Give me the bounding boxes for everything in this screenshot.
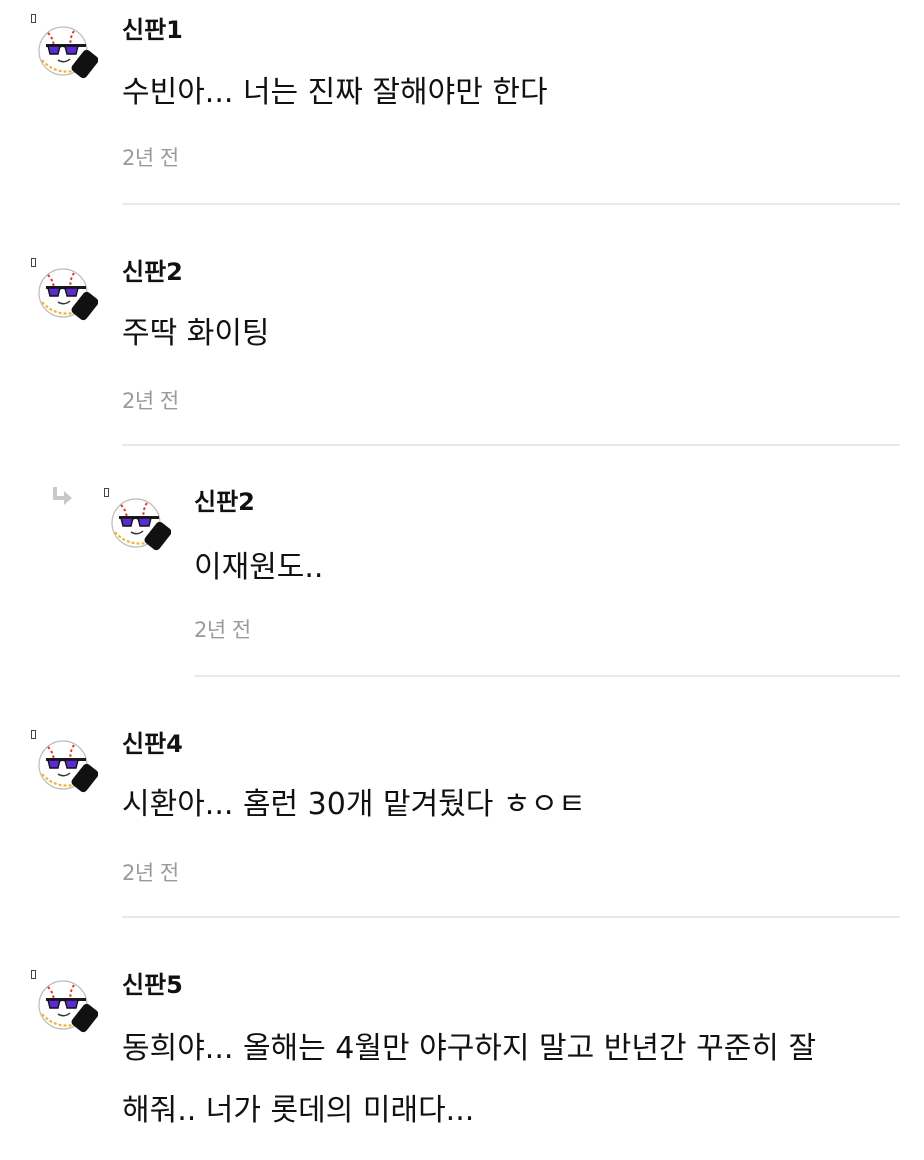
avatar[interactable] [34,978,98,1034]
avatar[interactable] [34,24,98,80]
comment-divider [122,444,900,446]
comment-body-line: 해줘.. 너가 롯데의 미래다... [122,1093,475,1128]
comment-username[interactable]: 신판2 [194,487,255,517]
comment-body-line: 동희야... 올해는 4월만 야구하지 말고 반년간 꾸준히 잘 [122,1031,817,1066]
comment-username[interactable]: 신판2 [122,257,183,287]
comment-username[interactable]: 신판5 [122,970,183,1000]
avatar[interactable] [34,266,98,322]
comment-divider [122,203,900,205]
comment-body-line: 시환아... 홈런 30개 맡겨뒀다 ㅎㅇㅌ [122,787,586,822]
comment-timestamp: 2년 전 [122,146,179,170]
comment-timestamp: 2년 전 [122,389,179,413]
comment-body-line: 이재원도.. [194,550,324,585]
comment-timestamp: 2년 전 [194,618,251,642]
reply-arrow-icon [53,487,72,505]
avatar[interactable] [107,496,171,552]
rank-marker-icon [31,14,36,23]
comment-divider [194,675,900,677]
comment-username[interactable]: 신판4 [122,729,183,759]
comment-body-line: 수빈아... 너는 진짜 잘해야만 한다 [122,75,548,110]
comment-divider [122,916,900,918]
comment-timestamp: 2년 전 [122,861,179,885]
comment-username[interactable]: 신판1 [122,15,183,45]
avatar[interactable] [34,738,98,794]
comment-body-line: 주딱 화이팅 [122,316,270,351]
